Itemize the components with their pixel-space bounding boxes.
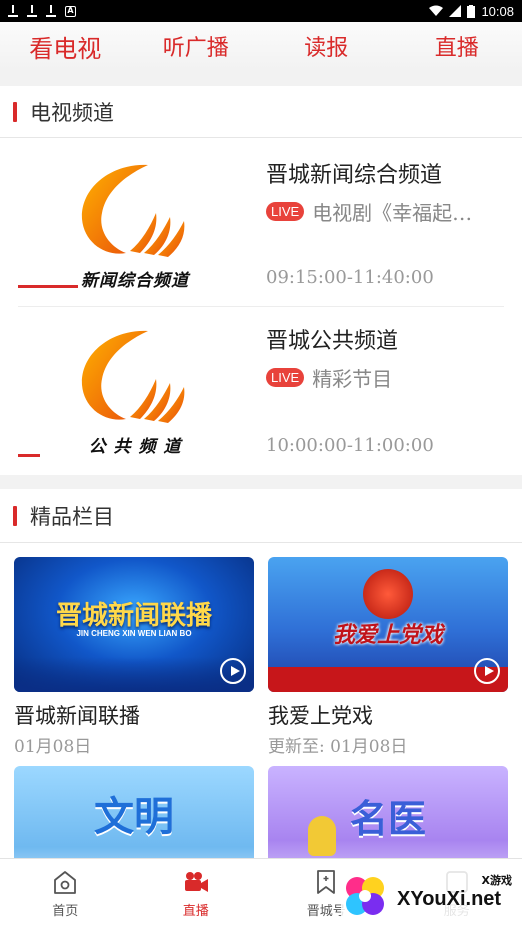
program-date: 01月08日 bbox=[14, 737, 92, 757]
live-badge: LIVE bbox=[266, 368, 305, 387]
live-badge: LIVE bbox=[266, 202, 305, 221]
thumbnail-title: 我爱上党戏 bbox=[332, 622, 443, 648]
divider-band bbox=[0, 70, 522, 86]
now-playing: LIVE 精彩节目 bbox=[266, 363, 502, 392]
progress-underline bbox=[18, 454, 40, 457]
home-icon bbox=[54, 870, 77, 894]
divider-band bbox=[0, 475, 522, 489]
program-thumbnail: 晋城新闻联播 JIN CHENG XIN WEN LIAN BO bbox=[14, 557, 254, 692]
program-title: 我爱上党戏 bbox=[268, 704, 373, 728]
thumbnail-subtitle: JIN CHENG XIN WEN LIAN BO bbox=[76, 629, 192, 638]
channel-logo: 新闻综合频道 bbox=[70, 161, 200, 291]
status-bar: A 10:08 bbox=[0, 0, 522, 22]
program-title: 电视剧《幸福起… bbox=[312, 201, 473, 225]
program-date: 更新至: 01月08日 bbox=[268, 737, 408, 757]
channel-logo-swoosh-icon bbox=[81, 164, 185, 257]
progress-underline bbox=[18, 285, 78, 288]
tab-newspaper[interactable]: 读报 bbox=[261, 22, 392, 70]
section-header-tv-channels: 电视频道 bbox=[0, 86, 522, 138]
download-icon bbox=[46, 5, 57, 17]
nav-label: 直播 bbox=[182, 903, 209, 919]
channel-name: 晋城新闻综合频道 bbox=[266, 163, 443, 188]
program-thumbnail: 我爱上党戏 bbox=[268, 557, 508, 692]
thumbnail-title: 晋城新闻联播 bbox=[55, 601, 212, 631]
program-title: 晋城新闻联播 bbox=[14, 704, 140, 728]
channel-item-news[interactable]: 新闻综合频道 晋城新闻综合频道 LIVE 电视剧《幸福起… 09:15:00-1… bbox=[0, 139, 522, 307]
tab-radio[interactable]: 听广播 bbox=[131, 22, 262, 70]
channel-item-public[interactable]: 公 共 频 道 晋城公共频道 LIVE 精彩节目 10:00:00-11:00:… bbox=[0, 307, 522, 475]
microscope-icon bbox=[308, 816, 336, 856]
program-title: 精彩节目 bbox=[312, 367, 393, 391]
play-icon[interactable] bbox=[220, 658, 246, 684]
watermark-tag: X游戏 bbox=[481, 874, 512, 887]
app-notification-icon: A bbox=[65, 5, 76, 17]
watermark-text: XYouXi.net bbox=[397, 888, 502, 910]
program-card-opera[interactable]: 我爱上党戏 我爱上党戏 更新至: 01月08日 bbox=[268, 557, 508, 757]
section-title: 电视频道 bbox=[30, 100, 114, 125]
channel-logo: 公 共 频 道 bbox=[70, 327, 200, 457]
top-tab-bar: 看电视 听广播 读报 直播 bbox=[0, 22, 522, 70]
program-card-news[interactable]: 晋城新闻联播 JIN CHENG XIN WEN LIAN BO 晋城新闻联播 … bbox=[14, 557, 254, 757]
program-time: 10:00:00-11:00:00 bbox=[266, 435, 434, 456]
tab-live[interactable]: 直播 bbox=[392, 22, 522, 70]
thumbnail-title: 名医 bbox=[349, 796, 426, 841]
nav-label: 首页 bbox=[52, 903, 79, 919]
opera-mask-icon bbox=[363, 569, 413, 619]
now-playing: LIVE 电视剧《幸福起… bbox=[266, 197, 502, 226]
logo-caption: 新闻综合频道 bbox=[81, 271, 189, 291]
channel-name: 晋城公共频道 bbox=[266, 329, 399, 354]
nav-live[interactable]: 直播 bbox=[131, 859, 262, 928]
tab-watch-tv[interactable]: 看电视 bbox=[0, 22, 131, 70]
program-time: 09:15:00-11:40:00 bbox=[266, 267, 434, 288]
video-camera-icon bbox=[184, 871, 208, 892]
section-header-featured: 精品栏目 bbox=[0, 489, 522, 543]
play-icon[interactable] bbox=[474, 658, 500, 684]
section-accent-bar bbox=[13, 101, 17, 122]
nav-label: 晋城号 bbox=[306, 903, 346, 919]
section-accent-bar bbox=[13, 505, 17, 526]
thumbnail-title: 文明 bbox=[94, 793, 174, 840]
clock: 10:08 bbox=[481, 3, 514, 19]
nav-home[interactable]: 首页 bbox=[0, 859, 131, 928]
logo-caption: 公 共 频 道 bbox=[88, 437, 182, 457]
battery-icon bbox=[467, 4, 476, 18]
watermark: XYouXi.net X游戏 bbox=[341, 866, 516, 922]
download-icon bbox=[27, 5, 38, 17]
wifi-icon bbox=[429, 5, 444, 16]
channel-logo-swoosh-icon bbox=[81, 330, 185, 423]
download-icon bbox=[8, 5, 19, 17]
bookmark-icon bbox=[317, 869, 336, 894]
section-title: 精品栏目 bbox=[30, 504, 114, 529]
signal-icon bbox=[449, 5, 462, 17]
